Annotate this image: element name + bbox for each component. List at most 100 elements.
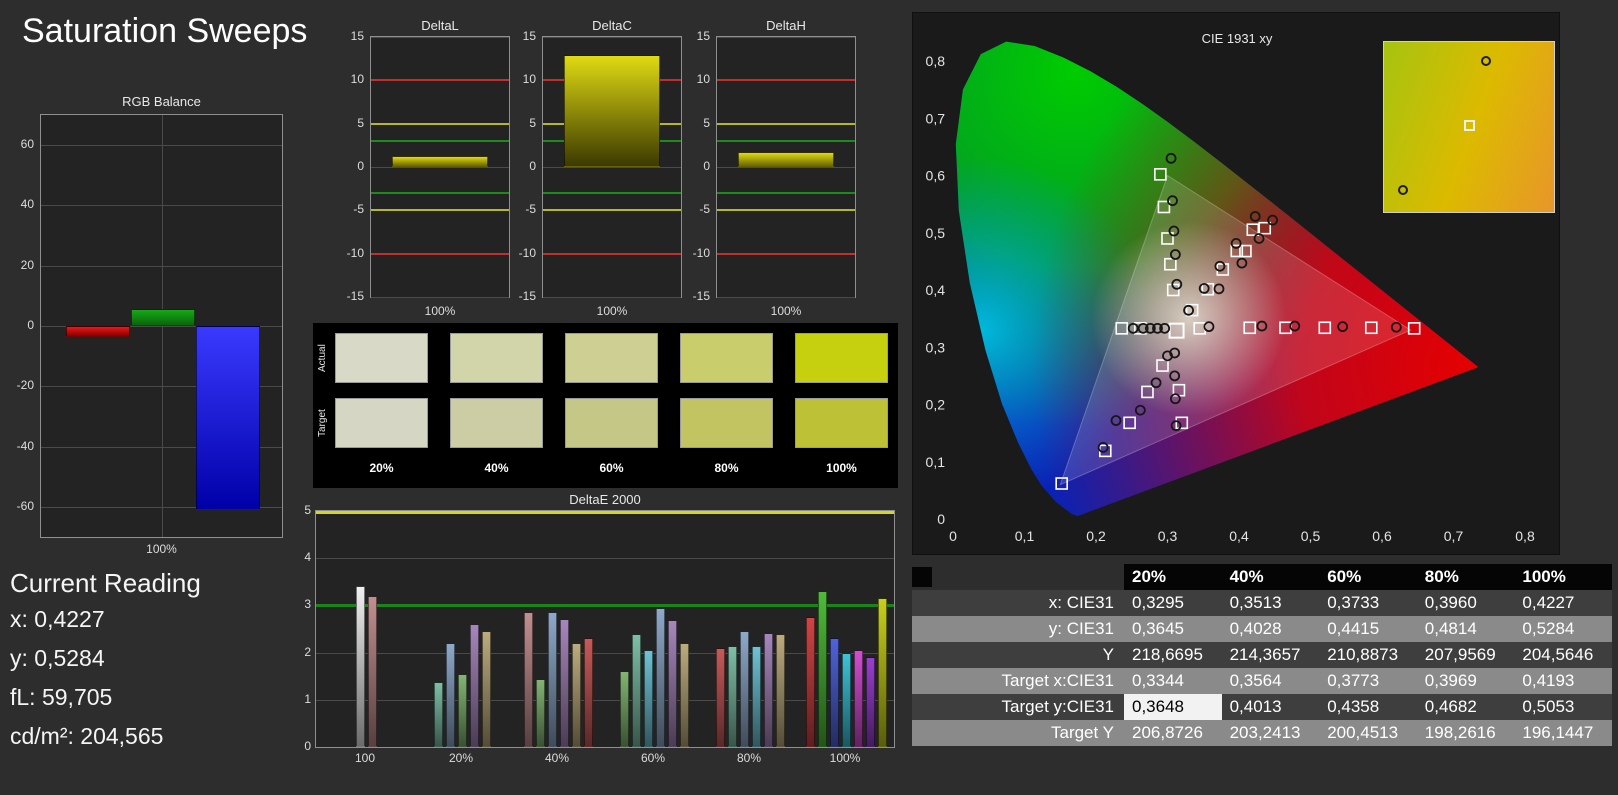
- table-cell[interactable]: 0,4814: [1416, 616, 1515, 642]
- x-tick-label: 100%: [829, 751, 861, 765]
- y-tick-label: -20: [16, 378, 34, 393]
- table-cell[interactable]: 0,3295: [1124, 590, 1222, 616]
- table-cell[interactable]: 0,3648: [1124, 694, 1222, 720]
- table-cell[interactable]: 0,4358: [1319, 694, 1417, 720]
- deltae-bar: [535, 678, 545, 747]
- current-reading-heading: Current Reading: [10, 568, 201, 598]
- gridline: [371, 167, 509, 168]
- deltae-bar: [481, 631, 491, 747]
- delta-chart-deltac: DeltaC 15 10 5 0 -5 -10 -15 100%: [512, 18, 684, 318]
- table-cell[interactable]: 0,3513: [1221, 590, 1320, 616]
- deltae-bar: [727, 645, 737, 747]
- y-tick-label: 40: [20, 197, 34, 212]
- table-cell[interactable]: 200,4513: [1319, 720, 1417, 746]
- y-tick-label: 0,2: [926, 397, 946, 413]
- results-table: 20% 40% 60% 80% 100% x: CIE31 0,3295 0,3513 0,37…: [912, 564, 1612, 746]
- reference-line: [371, 252, 509, 255]
- table-cell[interactable]: 204,5646: [1514, 642, 1612, 668]
- x-tick-label: 0,6: [1372, 528, 1392, 544]
- table-cell[interactable]: 0,3969: [1416, 668, 1515, 694]
- reading-x-value: 0,4227: [34, 606, 105, 632]
- reference-line: [717, 79, 855, 82]
- target-swatch: [565, 398, 658, 448]
- deltae-bar: [619, 670, 629, 747]
- y-axis: 15 10 5 0 -5 -10 -15: [686, 29, 712, 303]
- reading-x: x: 0,4227: [10, 606, 105, 633]
- deltae-bar: [829, 638, 839, 747]
- deltae-bar: [655, 607, 665, 747]
- reading-fl: fL: 59,705: [10, 684, 112, 711]
- x-tick-label: 0,2: [1086, 528, 1106, 544]
- deltae-bar: [715, 647, 725, 747]
- deltae-bar: [739, 631, 749, 747]
- x-tick-label: 80%: [736, 751, 762, 765]
- row-label: Target Y: [912, 720, 1124, 746]
- table-cell[interactable]: 0,5284: [1514, 616, 1612, 642]
- x-tick-label: 0,3: [1158, 528, 1178, 544]
- x-tick-label: 0,4: [1229, 528, 1249, 544]
- actual-swatch: [450, 333, 543, 383]
- swatch-column-label: 80%: [714, 461, 739, 475]
- reading-y: y: 0,5284: [10, 645, 105, 672]
- y-tick-label: 0: [304, 739, 311, 753]
- table-cell[interactable]: 207,9569: [1416, 642, 1515, 668]
- table-cell[interactable]: 0,4028: [1221, 616, 1320, 642]
- table-cell[interactable]: 218,6695: [1124, 642, 1222, 668]
- inset-circle-marker: [1480, 55, 1491, 66]
- table-cell[interactable]: 0,3773: [1319, 668, 1417, 694]
- reference-line: [371, 122, 509, 125]
- gridline: [371, 297, 509, 298]
- reading-fl-label: fL:: [10, 684, 36, 710]
- gridline: [543, 37, 681, 38]
- deltae-bar: [865, 657, 875, 747]
- x-tick-label: 0,5: [1301, 528, 1321, 544]
- table-cell[interactable]: 0,3960: [1416, 590, 1515, 616]
- table-cell[interactable]: 0,5053: [1514, 694, 1612, 720]
- deltae-bar: [751, 645, 761, 747]
- row-label: Target x:CIE31: [912, 668, 1124, 694]
- table-cell[interactable]: 0,4415: [1319, 616, 1417, 642]
- table-cell[interactable]: 196,1447: [1514, 720, 1612, 746]
- y-tick-label: 15: [522, 29, 536, 43]
- table-cell[interactable]: 206,8726: [1124, 720, 1222, 746]
- column-header: 40%: [1221, 564, 1320, 590]
- reading-cdm2: cd/m²: 204,565: [10, 723, 163, 750]
- swatch-column-label: 40%: [484, 461, 509, 475]
- table-cell[interactable]: 0,4227: [1514, 590, 1612, 616]
- table-cell[interactable]: 0,4013: [1221, 694, 1320, 720]
- table-cell[interactable]: 0,3344: [1124, 668, 1222, 694]
- y-tick-label: 10: [522, 72, 536, 87]
- deltae-bar: [367, 595, 377, 747]
- table-cell[interactable]: 0,3733: [1319, 590, 1417, 616]
- y-tick-label: 15: [350, 29, 364, 43]
- y-tick-label: 2: [304, 644, 311, 659]
- delta-bar: [392, 155, 488, 167]
- table-cell[interactable]: 0,3645: [1124, 616, 1222, 642]
- table-cell[interactable]: 214,3657: [1221, 642, 1320, 668]
- rgb-bar-green: [131, 309, 195, 326]
- table-cell[interactable]: 0,4682: [1416, 694, 1515, 720]
- actual-swatch: [795, 333, 888, 383]
- table-cell[interactable]: 203,2413: [1221, 720, 1320, 746]
- table-row: Target y:CIE31 0,3648 0,4013 0,4358 0,4682 0,…: [912, 694, 1612, 720]
- deltae-bar: [775, 633, 785, 747]
- reference-line: [717, 122, 855, 125]
- table-cell[interactable]: 210,8873: [1319, 642, 1417, 668]
- y-tick-label: 3: [304, 597, 311, 612]
- table-cell[interactable]: 0,3564: [1221, 668, 1320, 694]
- column-header: 20%: [1124, 564, 1222, 590]
- x-tick-label: 40%: [544, 751, 570, 765]
- deltae-bar: [523, 612, 533, 747]
- center-gridline: [161, 115, 163, 537]
- y-tick-label: 0,4: [926, 282, 946, 298]
- table-cell[interactable]: 198,2616: [1416, 720, 1515, 746]
- deltae-bar: [559, 618, 569, 747]
- table-cell[interactable]: 0,4193: [1514, 668, 1612, 694]
- x-tick-label: 0: [949, 528, 957, 544]
- swatches-panel: Actual Target 20% 40% 60% 80% 100%: [313, 323, 898, 488]
- x-tick-label: 20%: [448, 751, 474, 765]
- x-tick-label: 0,7: [1444, 528, 1464, 544]
- rgb-bar-blue: [196, 326, 260, 510]
- y-tick-label: -10: [518, 245, 536, 260]
- x-axis-label: 100%: [596, 304, 628, 318]
